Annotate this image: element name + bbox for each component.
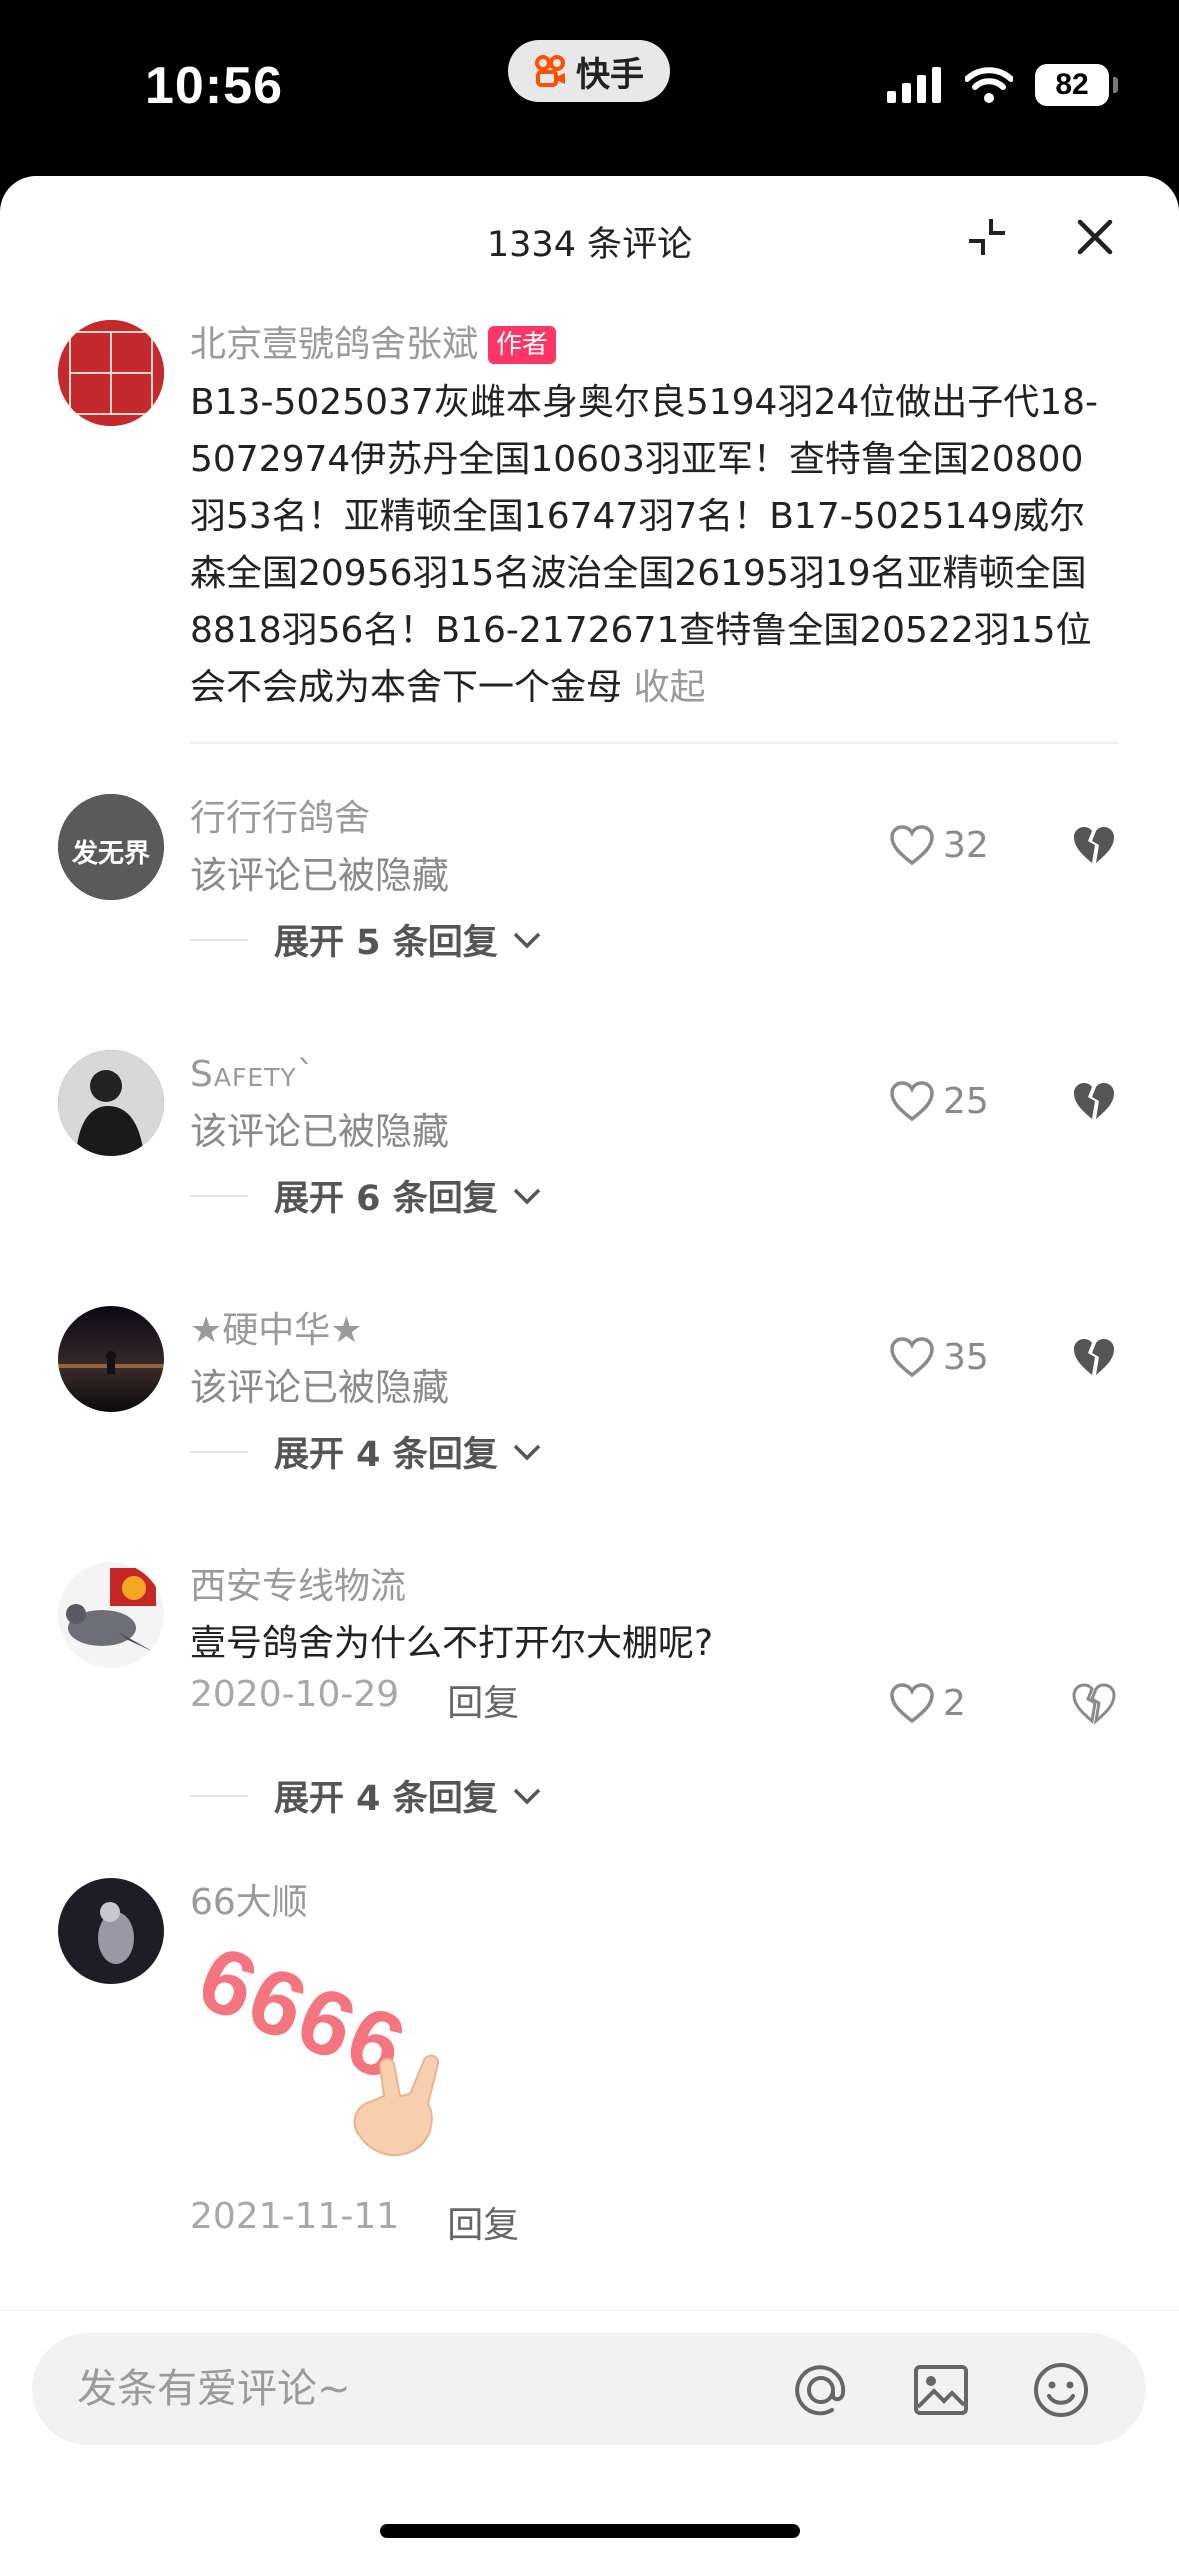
- avatar-image: [58, 1562, 164, 1668]
- avatar-image: [58, 1306, 164, 1412]
- close-button[interactable]: [1070, 212, 1120, 262]
- broken-heart-icon: [1074, 827, 1114, 863]
- expand-replies-text: 展开 6 条回复: [274, 1179, 498, 1219]
- home-indicator[interactable]: [380, 2524, 800, 2538]
- dislike-button[interactable]: [1069, 1336, 1119, 1378]
- comment-input-bar: [0, 2310, 1179, 2556]
- comment-sheet: 1334 条评论 北京壹號鸽舍张斌 作者 B13-5025037灰雌本身奥尔良5…: [0, 176, 1179, 2556]
- expand-replies-text: 展开 4 条回复: [274, 1779, 498, 1819]
- chevron-down-icon: [513, 1188, 540, 1204]
- expand-replies-text: 展开 4 条回复: [274, 1435, 498, 1475]
- comment-username[interactable]: 北京壹號鸽舍张斌: [190, 320, 478, 370]
- emoji-button[interactable]: [1032, 2361, 1090, 2419]
- collapse-icon: [969, 219, 1005, 255]
- comment-text-content: B13-5025037灰雌本身奥尔良5194羽24位做出子代18-5072974…: [190, 382, 1099, 708]
- avatar[interactable]: 发无界: [58, 794, 164, 900]
- kuaishou-logo-icon: [535, 55, 565, 87]
- sheet-header: 1334 条评论: [0, 176, 1179, 296]
- expand-replies-text: 展开 5 条回复: [274, 923, 498, 963]
- avatar-image: 发无界: [58, 794, 164, 900]
- comment-actions: 32: [889, 824, 1119, 866]
- expand-replies-button[interactable]: 展开 5 条回复: [190, 914, 542, 965]
- like-button[interactable]: 25: [889, 1080, 1009, 1122]
- comment-body: 北京壹號鸽舍张斌 作者 B13-5025037灰雌本身奥尔良5194羽24位做出…: [190, 320, 1119, 716]
- app-name: 快手: [576, 54, 644, 95]
- comment-item: 北京壹號鸽舍张斌 作者 B13-5025037灰雌本身奥尔良5194羽24位做出…: [0, 320, 1179, 708]
- heart-icon: [890, 1081, 934, 1122]
- avatar-image: [58, 1050, 164, 1156]
- like-button[interactable]: 35: [889, 1336, 1009, 1378]
- comment-text: 壹号鸽舍为什么不打开尔大棚呢?: [190, 1623, 714, 1664]
- broken-heart-icon: [1074, 1339, 1114, 1375]
- avatar-image: [58, 320, 164, 426]
- battery-icon: 82: [1035, 64, 1118, 106]
- expand-replies-button[interactable]: 展开 4 条回复: [190, 1770, 542, 1821]
- dislike-button[interactable]: [1069, 1080, 1119, 1122]
- author-badge: 作者: [488, 326, 557, 364]
- collapse-button[interactable]: [962, 212, 1012, 262]
- emoji-icon: [1034, 2363, 1088, 2417]
- reply-button[interactable]: 回复: [447, 2196, 519, 2248]
- divider: [190, 742, 1119, 744]
- heart-icon: [890, 825, 934, 866]
- heart-icon: [890, 1337, 934, 1378]
- fold-button[interactable]: 收起: [633, 667, 705, 708]
- comment-date: 2021-11-11: [190, 2196, 400, 2237]
- chevron-down-icon: [513, 932, 540, 948]
- comment-username[interactable]: 66大顺: [190, 1878, 1119, 1928]
- like-count: 35: [943, 1336, 989, 1378]
- chevron-down-icon: [513, 1444, 540, 1460]
- expand-line: [190, 1794, 248, 1797]
- avatar[interactable]: [58, 1306, 164, 1412]
- like-count: 32: [943, 824, 989, 866]
- dislike-button[interactable]: [1069, 824, 1119, 866]
- comment-actions: 25: [889, 1080, 1119, 1122]
- svg-text:发无界: 发无界: [71, 838, 150, 869]
- comment-username-row: 北京壹號鸽舍张斌 作者: [190, 320, 1119, 370]
- app-pill[interactable]: 快手: [508, 40, 670, 102]
- avatar[interactable]: [58, 1562, 164, 1668]
- status-time: 10:56: [145, 57, 283, 115]
- like-count: 2: [943, 1682, 966, 1724]
- image-icon: [914, 2365, 968, 2415]
- expand-line: [190, 938, 248, 941]
- avatar[interactable]: [58, 320, 164, 426]
- dislike-button[interactable]: [1069, 1682, 1119, 1724]
- heart-icon: [890, 1683, 934, 1724]
- chevron-down-icon: [513, 1788, 540, 1804]
- close-icon: [1077, 219, 1113, 255]
- comment-meta: 2021-11-11 回复: [190, 2196, 1119, 2248]
- comment-body: 66大顺 6666 2021-11-11 回复: [185, 1878, 1119, 2248]
- at-button[interactable]: [792, 2361, 850, 2419]
- like-count: 25: [943, 1080, 989, 1122]
- expand-line: [190, 1194, 248, 1197]
- comment-text: B13-5025037灰雌本身奥尔良5194羽24位做出子代18-5072974…: [190, 374, 1119, 716]
- expand-replies-button[interactable]: 展开 4 条回复: [190, 1426, 542, 1477]
- avatar[interactable]: [58, 1050, 164, 1156]
- broken-heart-icon: [1072, 1683, 1116, 1724]
- like-button[interactable]: 2: [889, 1682, 1009, 1724]
- like-button[interactable]: 32: [889, 824, 1009, 866]
- sticker-image: 6666: [185, 1927, 490, 2178]
- signal-icon: [887, 67, 941, 103]
- expand-replies-button[interactable]: 展开 6 条回复: [190, 1170, 542, 1221]
- comment-username[interactable]: 西安专线物流: [190, 1562, 1119, 1612]
- comment-input-box[interactable]: [32, 2333, 1146, 2445]
- image-button[interactable]: [912, 2361, 970, 2419]
- comment-date: 2020-10-29: [190, 1674, 400, 1715]
- comment-actions: 2: [889, 1682, 1119, 1724]
- at-icon: [795, 2365, 846, 2416]
- status-bar: 10:56 快手 82: [0, 0, 1179, 176]
- reply-button[interactable]: 回复: [447, 1674, 519, 1726]
- avatar-image: [58, 1878, 164, 1984]
- broken-heart-icon: [1074, 1083, 1114, 1119]
- wifi-icon: [965, 67, 1013, 103]
- comment-actions: 35: [889, 1336, 1119, 1378]
- avatar[interactable]: [58, 1878, 164, 1984]
- expand-line: [190, 1450, 248, 1453]
- status-right: 82: [887, 64, 1118, 106]
- battery-level: 82: [1055, 68, 1089, 101]
- comment-input[interactable]: [77, 2333, 777, 2445]
